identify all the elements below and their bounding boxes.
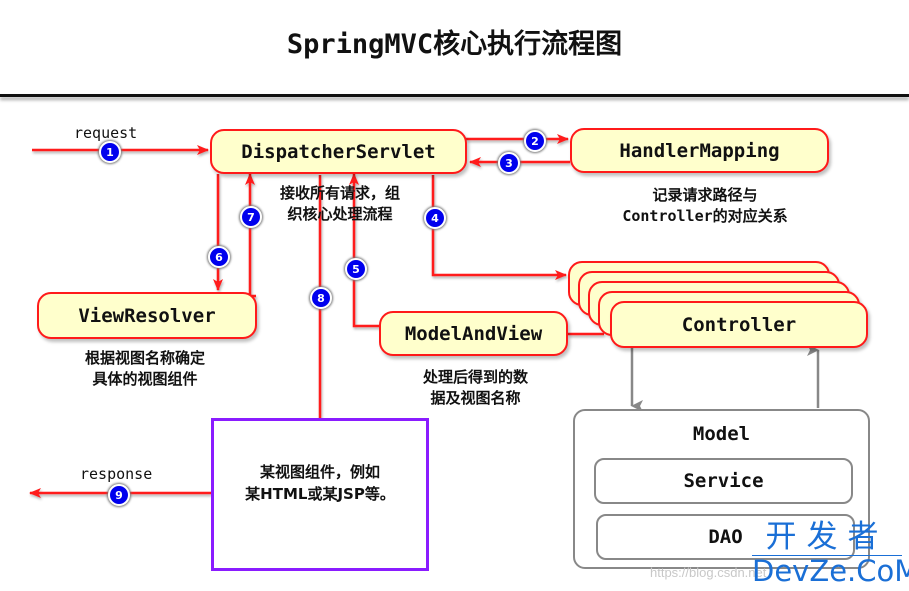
step-badge-8: 8	[310, 287, 332, 309]
brand-logo-en: DevZe.CoM	[752, 554, 909, 588]
step-badge-9: 9	[108, 484, 130, 506]
model-title: Model	[692, 423, 751, 445]
step-badge-7: 7	[240, 206, 262, 228]
watermark-url: https://blog.csdn.net	[650, 565, 767, 580]
response-label: response	[80, 465, 153, 483]
model-and-view-note-line1: 处理后得到的数	[422, 368, 528, 386]
view-resolver-node: ViewResolver	[37, 292, 257, 339]
arrow-step4	[431, 175, 567, 280]
controller-node: Controller	[610, 301, 868, 348]
view-component-text: 某视图组件，例如 某HTML或某JSP等。	[214, 461, 426, 505]
brand-logo-cn: 开发者	[765, 519, 889, 555]
view-resolver-note: 根据视图名称确定 具体的视图组件	[45, 348, 245, 390]
request-label: request	[74, 124, 138, 142]
handler-mapping-note-line1: 记录请求路径与	[652, 186, 758, 204]
service-layer: Service	[594, 458, 853, 504]
view-component-line2: 某HTML或某JSP等。	[245, 485, 395, 503]
dispatcher-servlet-node: DispatcherServlet	[210, 129, 467, 174]
step-badge-1: 1	[99, 141, 121, 163]
dispatcher-note-line2: 织核心处理流程	[287, 205, 393, 223]
dispatcher-note-line1: 接收所有请求，组	[279, 184, 400, 202]
handler-mapping-node: HandlerMapping	[570, 128, 829, 173]
step-badge-4: 4	[424, 207, 446, 229]
view-resolver-note-line2: 具体的视图组件	[92, 370, 198, 388]
view-resolver-note-line1: 根据视图名称确定	[84, 349, 205, 367]
brand-logo: 开发者 DevZe.CoM	[752, 519, 909, 588]
step-badge-3: 3	[498, 152, 520, 174]
view-component-line1: 某视图组件，例如	[259, 463, 380, 481]
step-badge-5: 5	[345, 258, 367, 280]
model-and-view-note-line2: 据及视图名称	[430, 389, 521, 407]
handler-mapping-note-line2: Controller的对应关系	[622, 207, 788, 225]
view-component-box: 某视图组件，例如 某HTML或某JSP等。	[211, 418, 429, 571]
step-badge-6: 6	[208, 246, 230, 268]
step-badge-2: 2	[524, 130, 546, 152]
model-and-view-note: 处理后得到的数 据及视图名称	[388, 367, 563, 409]
dispatcher-note: 接收所有请求，组 织核心处理流程	[250, 183, 430, 225]
handler-mapping-note: 记录请求路径与 Controller的对应关系	[590, 185, 820, 227]
model-and-view-node: ModelAndView	[379, 311, 568, 356]
